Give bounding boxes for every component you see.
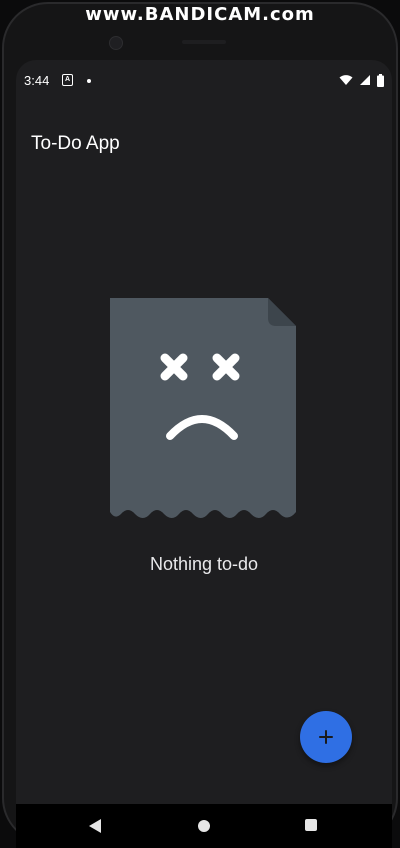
a-notification-icon: A <box>62 74 73 86</box>
home-button[interactable] <box>198 820 210 832</box>
status-time: 3:44 <box>24 73 50 88</box>
front-camera <box>109 36 123 50</box>
earpiece-speaker <box>182 40 226 44</box>
recorder-watermark: www.BANDICAM.com <box>85 4 315 25</box>
back-button[interactable] <box>88 818 102 834</box>
signal-icon <box>360 75 370 85</box>
device-frame: www.BANDICAM.com 3:44 A To-Do App Nothin… <box>0 0 400 848</box>
empty-message: Nothing to-do <box>149 554 259 574</box>
plus-icon <box>319 730 333 744</box>
app-screen: 3:44 A To-Do App Nothing to-do <box>16 60 392 804</box>
navigation-bar <box>16 804 392 848</box>
dot-icon <box>87 79 91 83</box>
recents-button[interactable] <box>305 819 317 831</box>
status-bar: 3:44 A <box>16 60 392 102</box>
wifi-icon <box>339 75 353 85</box>
sad-document-icon <box>110 298 296 518</box>
add-todo-button[interactable] <box>300 711 352 763</box>
status-icons <box>339 72 384 88</box>
battery-icon <box>377 73 384 87</box>
app-title: To-Do App <box>31 133 120 154</box>
